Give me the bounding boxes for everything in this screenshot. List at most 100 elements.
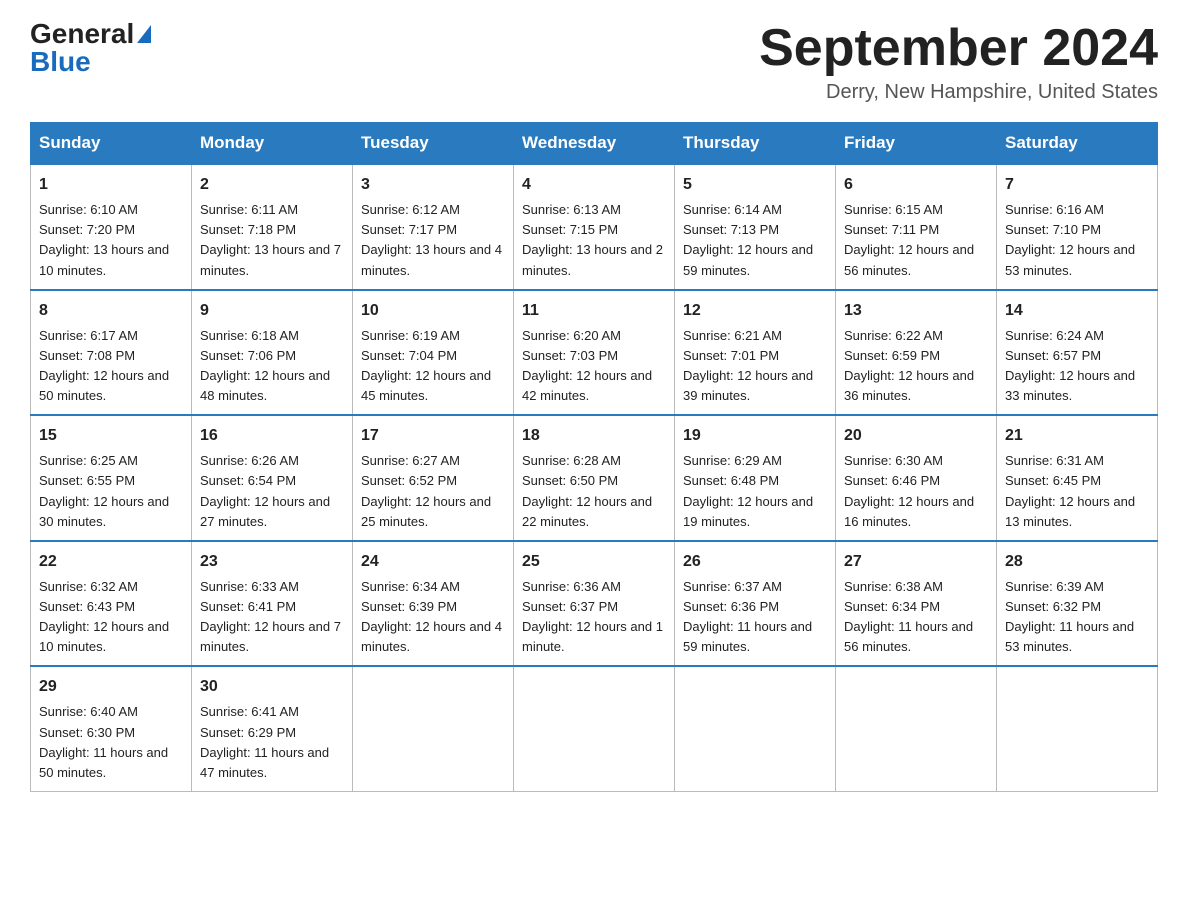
day-number: 16 [200,424,344,448]
table-row: 27 Sunrise: 6:38 AMSunset: 6:34 PMDayligh… [836,541,997,667]
table-row: 4 Sunrise: 6:13 AMSunset: 7:15 PMDaylight… [514,164,675,290]
day-info: Sunrise: 6:37 AMSunset: 6:36 PMDaylight:… [683,577,827,658]
day-number: 25 [522,550,666,574]
col-monday: Monday [192,123,353,165]
table-row: 18 Sunrise: 6:28 AMSunset: 6:50 PMDayligh… [514,415,675,541]
col-thursday: Thursday [675,123,836,165]
day-number: 18 [522,424,666,448]
calendar-row: 1Sunrise: 6:10 AMSunset: 7:20 PMDaylight… [31,164,1158,290]
logo-general: General [30,18,134,49]
calendar-row: 8 Sunrise: 6:17 AMSunset: 7:08 PMDaylight… [31,290,1158,416]
day-info: Sunrise: 6:26 AMSunset: 6:54 PMDaylight:… [200,451,344,532]
col-wednesday: Wednesday [514,123,675,165]
title-section: September 2024 Derry, New Hampshire, Uni… [759,20,1158,104]
col-saturday: Saturday [997,123,1158,165]
day-number: 7 [1005,173,1149,197]
table-row: 12 Sunrise: 6:21 AMSunset: 7:01 PMDayligh… [675,290,836,416]
day-number: 21 [1005,424,1149,448]
day-number: 2 [200,173,344,197]
table-row: 20 Sunrise: 6:30 AMSunset: 6:46 PMDayligh… [836,415,997,541]
day-info: Sunrise: 6:33 AMSunset: 6:41 PMDaylight:… [200,577,344,658]
day-number: 22 [39,550,183,574]
day-number: 27 [844,550,988,574]
day-info: Sunrise: 6:16 AMSunset: 7:10 PMDaylight:… [1005,200,1149,281]
day-info: Sunrise: 6:21 AMSunset: 7:01 PMDaylight:… [683,326,827,407]
table-row [836,666,997,791]
table-row: 6 Sunrise: 6:15 AMSunset: 7:11 PMDaylight… [836,164,997,290]
table-row: 23 Sunrise: 6:33 AMSunset: 6:41 PMDayligh… [192,541,353,667]
day-number: 26 [683,550,827,574]
day-info: Sunrise: 6:34 AMSunset: 6:39 PMDaylight:… [361,577,505,658]
table-row: 13 Sunrise: 6:22 AMSunset: 6:59 PMDayligh… [836,290,997,416]
logo-triangle-icon [137,25,151,43]
day-number: 12 [683,299,827,323]
day-info: Sunrise: 6:14 AMSunset: 7:13 PMDaylight:… [683,200,827,281]
table-row: 8 Sunrise: 6:17 AMSunset: 7:08 PMDaylight… [31,290,192,416]
day-info: Sunrise: 6:31 AMSunset: 6:45 PMDaylight:… [1005,451,1149,532]
table-row: 2 Sunrise: 6:11 AMSunset: 7:18 PMDaylight… [192,164,353,290]
day-info: Sunrise: 6:30 AMSunset: 6:46 PMDaylight:… [844,451,988,532]
table-row: 19Sunrise: 6:29 AMSunset: 6:48 PMDayligh… [675,415,836,541]
day-info: Sunrise: 6:13 AMSunset: 7:15 PMDaylight:… [522,200,666,281]
day-info: Sunrise: 6:38 AMSunset: 6:34 PMDaylight:… [844,577,988,658]
day-number: 13 [844,299,988,323]
day-info: Sunrise: 6:19 AMSunset: 7:04 PMDaylight:… [361,326,505,407]
table-row: 21 Sunrise: 6:31 AMSunset: 6:45 PMDayligh… [997,415,1158,541]
calendar-row: 29Sunrise: 6:40 AMSunset: 6:30 PMDayligh… [31,666,1158,791]
table-row: 11 Sunrise: 6:20 AMSunset: 7:03 PMDayligh… [514,290,675,416]
table-row: 30 Sunrise: 6:41 AMSunset: 6:29 PMDayligh… [192,666,353,791]
day-number: 17 [361,424,505,448]
day-info: Sunrise: 6:20 AMSunset: 7:03 PMDaylight:… [522,326,666,407]
day-info: Sunrise: 6:22 AMSunset: 6:59 PMDaylight:… [844,326,988,407]
day-number: 4 [522,173,666,197]
day-info: Sunrise: 6:28 AMSunset: 6:50 PMDaylight:… [522,451,666,532]
calendar-table: Sunday Monday Tuesday Wednesday Thursday… [30,122,1158,792]
table-row: 17 Sunrise: 6:27 AMSunset: 6:52 PMDayligh… [353,415,514,541]
day-number: 11 [522,299,666,323]
day-number: 24 [361,550,505,574]
day-info: Sunrise: 6:27 AMSunset: 6:52 PMDaylight:… [361,451,505,532]
table-row: 22 Sunrise: 6:32 AMSunset: 6:43 PMDayligh… [31,541,192,667]
location-subtitle: Derry, New Hampshire, United States [759,81,1158,104]
table-row: 3Sunrise: 6:12 AMSunset: 7:17 PMDaylight… [353,164,514,290]
table-row: 10 Sunrise: 6:19 AMSunset: 7:04 PMDayligh… [353,290,514,416]
day-number: 19 [683,424,827,448]
table-row: 15 Sunrise: 6:25 AMSunset: 6:55 PMDayligh… [31,415,192,541]
col-sunday: Sunday [31,123,192,165]
day-number: 8 [39,299,183,323]
day-number: 6 [844,173,988,197]
page-header: General Blue September 2024 Derry, New H… [30,20,1158,104]
day-info: Sunrise: 6:11 AMSunset: 7:18 PMDaylight:… [200,200,344,281]
table-row: 9Sunrise: 6:18 AMSunset: 7:06 PMDaylight… [192,290,353,416]
day-info: Sunrise: 6:41 AMSunset: 6:29 PMDaylight:… [200,702,344,783]
table-row: 28 Sunrise: 6:39 AMSunset: 6:32 PMDayligh… [997,541,1158,667]
day-number: 14 [1005,299,1149,323]
table-row: 24 Sunrise: 6:34 AMSunset: 6:39 PMDayligh… [353,541,514,667]
table-row: 29Sunrise: 6:40 AMSunset: 6:30 PMDayligh… [31,666,192,791]
day-number: 30 [200,675,344,699]
day-info: Sunrise: 6:36 AMSunset: 6:37 PMDaylight:… [522,577,666,658]
day-info: Sunrise: 6:32 AMSunset: 6:43 PMDaylight:… [39,577,183,658]
table-row: 1Sunrise: 6:10 AMSunset: 7:20 PMDaylight… [31,164,192,290]
table-row [675,666,836,791]
table-row: 14Sunrise: 6:24 AMSunset: 6:57 PMDayligh… [997,290,1158,416]
table-row [997,666,1158,791]
day-info: Sunrise: 6:39 AMSunset: 6:32 PMDaylight:… [1005,577,1149,658]
day-info: Sunrise: 6:17 AMSunset: 7:08 PMDaylight:… [39,326,183,407]
day-number: 15 [39,424,183,448]
table-row: 5 Sunrise: 6:14 AMSunset: 7:13 PMDaylight… [675,164,836,290]
logo: General Blue [30,20,151,76]
day-number: 20 [844,424,988,448]
calendar-header-row: Sunday Monday Tuesday Wednesday Thursday… [31,123,1158,165]
day-number: 29 [39,675,183,699]
table-row: 25 Sunrise: 6:36 AMSunset: 6:37 PMDayligh… [514,541,675,667]
table-row [514,666,675,791]
day-number: 10 [361,299,505,323]
day-number: 28 [1005,550,1149,574]
day-number: 23 [200,550,344,574]
day-number: 5 [683,173,827,197]
day-info: Sunrise: 6:15 AMSunset: 7:11 PMDaylight:… [844,200,988,281]
col-tuesday: Tuesday [353,123,514,165]
calendar-row: 22 Sunrise: 6:32 AMSunset: 6:43 PMDayligh… [31,541,1158,667]
day-info: Sunrise: 6:25 AMSunset: 6:55 PMDaylight:… [39,451,183,532]
